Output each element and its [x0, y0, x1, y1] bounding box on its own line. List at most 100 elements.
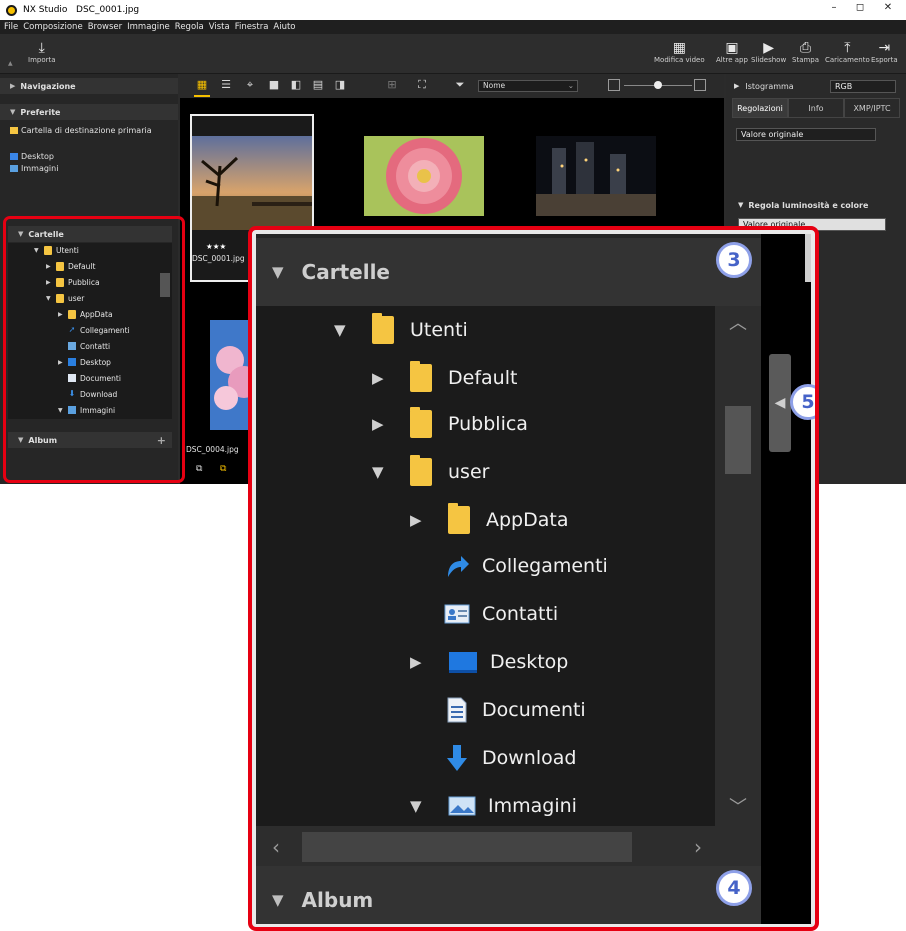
sort-dropdown[interactable]: Nome ⌄	[478, 80, 578, 92]
preset-dropdown[interactable]: Valore originale	[736, 128, 876, 141]
thumb-size-slider[interactable]	[608, 79, 706, 92]
compare-view-icon[interactable]: ▤	[312, 79, 324, 91]
collapse-down-icon: ▼	[10, 108, 16, 116]
map-view-icon[interactable]: ⌖	[244, 79, 256, 91]
stack-icon[interactable]: ⊞	[386, 79, 398, 91]
single-view-icon[interactable]: ■	[268, 79, 280, 91]
active-view-indicator	[194, 95, 210, 97]
other-apps-button[interactable]: ▣ Altre app	[716, 40, 748, 64]
tab-xmp-iptc[interactable]: XMP/IPTC	[844, 98, 900, 118]
main-toolbar: ⤓ Importa ▲ ▦ Modifica video ▣ Altre app…	[0, 34, 906, 74]
brightness-color-header[interactable]: ▼ Regola luminosità e colore	[726, 198, 906, 212]
expand-right-icon: ▶	[372, 415, 384, 433]
folder-icon	[410, 407, 432, 438]
expand-right-icon: ▶	[410, 653, 422, 671]
zoom-folders-panel: ▼ Cartelle ▼ Utenti ▶ Default ▶ Pubblica ▼ us…	[256, 234, 761, 924]
scroll-left-icon[interactable]: ‹	[256, 826, 296, 868]
tree-item-pubblica[interactable]: ▶ Pubblica	[372, 404, 528, 444]
menu-finestra[interactable]: Finestra	[235, 22, 269, 32]
minimize-button[interactable]: –	[820, 2, 848, 13]
horizontal-scroll-thumb[interactable]	[302, 832, 632, 862]
label-bottom-icon[interactable]: ⧉	[220, 464, 226, 474]
print-button[interactable]: ⎙ Stampa	[792, 40, 819, 64]
app-logo-icon	[6, 4, 17, 16]
filter-icon[interactable]: ⏷	[454, 79, 466, 91]
tree-item-download[interactable]: Download	[444, 738, 576, 778]
split-view-icon[interactable]: ◨	[334, 79, 346, 91]
menu-browser[interactable]: Browser	[88, 22, 122, 32]
apps-icon: ▣	[725, 40, 739, 56]
album-header[interactable]: ▼ Album	[256, 866, 761, 924]
tree-item-user[interactable]: ▼ user	[372, 452, 489, 492]
menu-composizione[interactable]: Composizione	[23, 22, 82, 32]
fit-icon[interactable]: ⛶	[416, 79, 428, 91]
menu-aiuto[interactable]: Aiuto	[273, 22, 295, 32]
navigation-label: Navigazione	[20, 81, 76, 91]
tree-item-documenti[interactable]: Documenti	[444, 690, 586, 730]
other-apps-label: Altre app	[716, 56, 748, 64]
favorite-label: Desktop	[21, 152, 54, 161]
tab-info[interactable]: Info	[788, 98, 844, 118]
tree-item-contatti[interactable]: Contatti	[444, 594, 558, 634]
tree-label: Download	[482, 747, 577, 769]
import-icon: ⤓	[38, 40, 45, 56]
menu-vista[interactable]: Vista	[209, 22, 230, 32]
import-button[interactable]: ⤓ Importa	[28, 40, 56, 64]
favorites-header[interactable]: ▼ Preferite	[0, 104, 178, 120]
menu-regola[interactable]: Regola	[175, 22, 204, 32]
collapse-down-icon: ▼	[334, 321, 346, 339]
menu-immagine[interactable]: Immagine	[127, 22, 170, 32]
slideshow-label: Slideshow	[751, 56, 787, 64]
favorite-item-primary[interactable]: Cartella di destinazione primaria	[10, 126, 152, 135]
tree-item-appdata[interactable]: ▶ AppData	[410, 500, 569, 540]
scroll-right-icon[interactable]: ›	[678, 826, 718, 868]
folder-icon	[410, 361, 432, 392]
expand-right-icon: ▶	[734, 82, 740, 90]
tree-item-desktop[interactable]: ▶ Desktop	[410, 642, 568, 682]
contacts-card-icon	[444, 601, 470, 627]
upload-label: Caricamento	[825, 56, 870, 64]
tree-item-utenti[interactable]: ▼ Utenti	[334, 310, 468, 350]
upload-button[interactable]: ⤒ Caricamento	[825, 40, 870, 64]
scroll-down-icon[interactable]: ﹀	[715, 790, 761, 826]
histogram-mode-dropdown[interactable]: RGB	[830, 80, 896, 93]
tree-item-collegamenti[interactable]: Collegamenti	[444, 546, 608, 586]
navigation-header[interactable]: ▶ Navigazione	[0, 78, 178, 94]
thumbnail-filename: DSC_0004.jpg	[186, 445, 239, 454]
collapse-panel-button[interactable]: ◀	[769, 354, 791, 452]
grid-view-icon[interactable]: ▦	[196, 79, 208, 91]
panel-toggle-arrow-icon[interactable]: ▲	[8, 60, 13, 67]
menu-file[interactable]: File	[4, 22, 18, 32]
tree-item-immagini[interactable]: ▼ Immagini	[410, 786, 577, 826]
tree-label: Immagini	[488, 795, 577, 817]
tree-label: Documenti	[482, 699, 586, 721]
favorite-label: Immagini	[21, 164, 59, 173]
slider-knob[interactable]	[654, 81, 662, 89]
photo-dahlia	[364, 136, 484, 216]
tab-regolazioni[interactable]: Regolazioni	[732, 98, 788, 118]
edit-video-button[interactable]: ▦ Modifica video	[654, 40, 705, 64]
vertical-scroll-thumb[interactable]	[725, 406, 751, 474]
histogram-header[interactable]: ▶ Istogramma RGB	[726, 78, 906, 94]
film-edit-icon: ▦	[672, 40, 686, 56]
tree-vertical-scrollbar[interactable]: ︿ ﹀	[715, 306, 761, 826]
tree-label: user	[448, 461, 490, 483]
collapse-down-icon: ▼	[272, 263, 284, 281]
folders-header[interactable]: ▼ Cartelle	[256, 238, 761, 306]
export-button[interactable]: ⇥ Esporta	[871, 40, 898, 64]
tree-item-default[interactable]: ▶ Default	[372, 358, 517, 398]
list-view-icon[interactable]: ☰	[220, 79, 232, 91]
tree-horizontal-scrollbar[interactable]: ‹ ›	[256, 826, 761, 868]
favorite-item-pictures[interactable]: Immagini	[10, 164, 58, 173]
expand-right-icon: ▶	[410, 511, 422, 529]
scroll-up-icon[interactable]: ︿	[715, 306, 761, 342]
callout-badge-folders: 3	[716, 242, 752, 278]
slideshow-button[interactable]: ▶ Slideshow	[751, 40, 786, 64]
close-button[interactable]: ✕	[874, 2, 902, 13]
section-label: Regola luminosità e colore	[748, 200, 869, 210]
stack-bottom-icon[interactable]: ⧉	[196, 464, 202, 474]
favorite-item-desktop[interactable]: Desktop	[10, 152, 54, 161]
desktop-icon	[448, 649, 478, 675]
maximize-button[interactable]: ◻	[846, 2, 874, 13]
filmstrip-view-icon[interactable]: ◧	[290, 79, 302, 91]
